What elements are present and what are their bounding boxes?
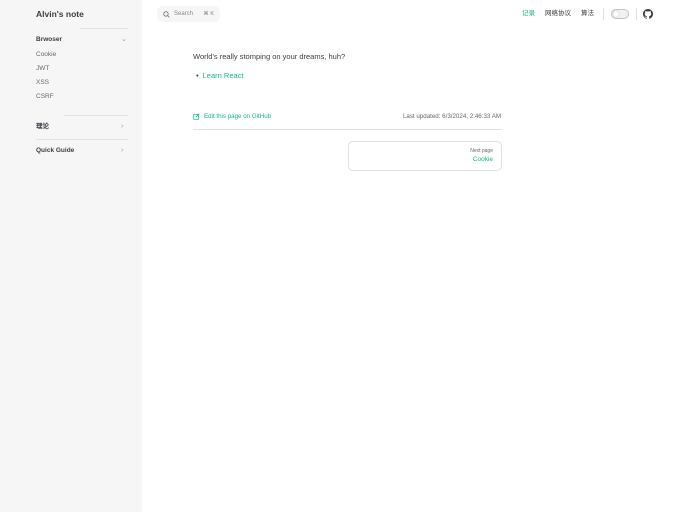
divider <box>64 115 128 116</box>
next-page-label: Next page <box>470 148 493 154</box>
sidebar-item-xss[interactable]: XSS <box>36 78 49 88</box>
sidebar-item-csrf[interactable]: CSRF <box>36 92 54 102</box>
nav-item-notes[interactable]: 记录 <box>522 9 535 19</box>
chevron-right-icon[interactable]: › <box>121 122 123 132</box>
edit-icon <box>193 113 200 120</box>
last-updated: Last updated: 6/3/2024, 2:46:33 AM <box>402 113 501 120</box>
chevron-down-icon[interactable]: ⌄ <box>121 35 127 45</box>
nav-item-algorithm[interactable]: 算法 <box>581 9 594 19</box>
edit-link-label: Edit this page on GitHub <box>204 113 272 120</box>
sidebar: Alvin's note Brwoser ⌄ Cookie JWT XSS CS… <box>0 0 142 512</box>
next-page-link[interactable]: Next page Cookie <box>348 141 502 171</box>
search-button[interactable]: Search ⌘ K <box>157 6 220 22</box>
sidebar-section-theory[interactable]: 理论 <box>36 122 49 132</box>
dark-mode-toggle[interactable] <box>611 9 629 19</box>
next-page-title: Cookie <box>472 156 493 163</box>
learn-react-link[interactable]: Learn React <box>196 70 244 81</box>
divider <box>36 139 128 140</box>
edit-on-github-link[interactable]: Edit this page on GitHub <box>193 112 271 121</box>
toggle-knob <box>613 11 619 17</box>
divider <box>80 28 128 29</box>
divider <box>193 129 502 130</box>
chevron-right-icon[interactable]: › <box>121 146 123 156</box>
divider <box>603 8 604 20</box>
search-icon <box>163 10 170 18</box>
site-title[interactable]: Alvin's note <box>36 8 84 20</box>
sidebar-item-cookie[interactable]: Cookie <box>36 50 56 60</box>
sidebar-section-browser[interactable]: Brwoser <box>36 35 62 45</box>
search-label: Search <box>174 11 194 17</box>
github-icon[interactable] <box>643 9 653 19</box>
search-shortcut: ⌘ K <box>203 11 214 17</box>
sidebar-item-jwt[interactable]: JWT <box>36 64 49 74</box>
sidebar-section-quick-guide[interactable]: Quick Guide <box>36 146 74 156</box>
content-paragraph: World's really stomping on your dreams, … <box>193 52 346 61</box>
nav-item-network[interactable]: 网络协议 <box>545 9 571 19</box>
divider <box>636 8 637 20</box>
